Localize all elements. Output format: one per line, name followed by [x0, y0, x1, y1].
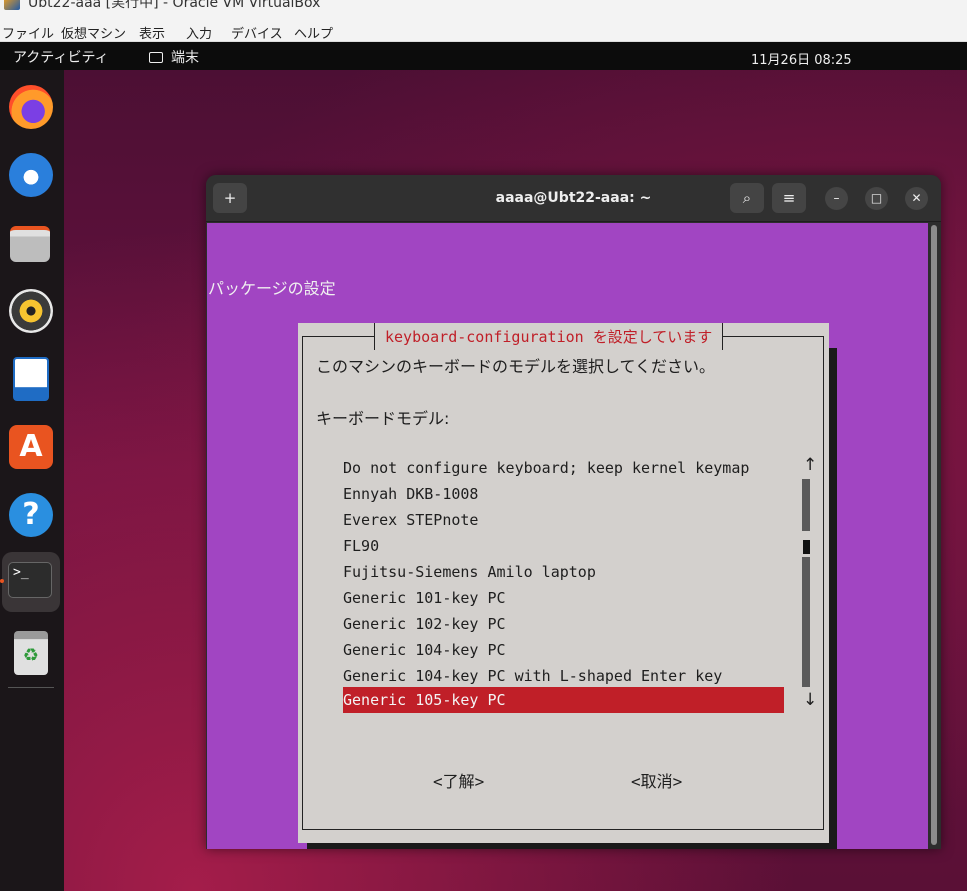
writer-icon	[13, 357, 49, 401]
menu-view[interactable]: 表示	[139, 23, 165, 42]
gnome-top-bar: アクティビティ 端末 11月26日 08:25	[0, 42, 967, 70]
list-item[interactable]: Generic 101-key PC	[343, 585, 784, 611]
dock-thunderbird[interactable]	[4, 148, 56, 200]
list-item[interactable]: FL90	[343, 533, 784, 559]
list-item[interactable]: Fujitsu-Siemens Amilo laptop	[343, 559, 784, 585]
dock-trash[interactable]: ♻	[4, 626, 56, 678]
terminal-small-icon	[149, 52, 163, 63]
terminal-headerbar: + aaaa@Ubt22-aaa: ~ ⌕ ≡ – □ ✕	[206, 175, 941, 222]
app-center-icon: A	[9, 425, 53, 469]
whiptail-dialog: keyboard-configuration を設定しています このマシンのキー…	[298, 323, 829, 843]
help-icon: ?	[9, 493, 53, 537]
dock-help[interactable]: ?	[4, 488, 56, 540]
menu-machine[interactable]: 仮想マシン	[61, 23, 126, 42]
dock-firefox[interactable]	[4, 80, 56, 132]
dock-separator	[8, 687, 54, 688]
terminal-content[interactable]: パッケージの設定 keyboard-configuration を設定しています…	[207, 223, 928, 849]
menu-devices[interactable]: デバイス	[231, 23, 283, 42]
activities-button[interactable]: アクティビティ	[13, 47, 109, 67]
dialog-prompt: このマシンのキーボードのモデルを選択してください。	[316, 357, 716, 376]
list-item[interactable]: Do not configure keyboard; keep kernel k…	[343, 455, 784, 481]
terminal-icon: >_	[8, 562, 52, 598]
running-indicator	[0, 579, 4, 583]
virtualbox-icon	[4, 0, 20, 10]
menu-help[interactable]: ヘルプ	[294, 23, 333, 42]
dock-files[interactable]	[4, 216, 56, 268]
whiptail-backtitle: パッケージの設定	[208, 279, 336, 298]
terminal-window: + aaaa@Ubt22-aaa: ~ ⌕ ≡ – □ ✕ パッケージの設定 k…	[206, 175, 941, 849]
list-item[interactable]: Ennyah DKB-1008	[343, 481, 784, 507]
app-menu-label: 端末	[171, 50, 199, 66]
scroll-up-arrow-icon[interactable]: ↑	[803, 455, 817, 475]
list-item[interactable]: Generic 102-key PC	[343, 611, 784, 637]
app-menu-terminal[interactable]: 端末	[149, 47, 199, 67]
list-item[interactable]: Generic 104-key PC with L-shaped Enter k…	[343, 663, 784, 689]
dock-app-center[interactable]: A	[4, 420, 56, 472]
menu-button[interactable]: ≡	[772, 183, 806, 213]
terminal-scroll-thumb[interactable]	[931, 225, 937, 845]
minimize-button[interactable]: –	[825, 187, 848, 210]
vbox-titlebar: Ubt22-aaa [実行中] - Oracle VM VirtualBox	[0, 0, 967, 20]
list-item[interactable]: Everex STEPnote	[343, 507, 784, 533]
cancel-button[interactable]: <取消>	[631, 768, 682, 792]
vbox-window-title: Ubt22-aaa [実行中] - Oracle VM VirtualBox	[28, 0, 321, 11]
list-item-selected[interactable]: Generic 105-key PC	[343, 687, 784, 713]
search-icon: ⌕	[742, 189, 752, 207]
search-button[interactable]: ⌕	[730, 183, 764, 213]
firefox-icon	[9, 85, 53, 129]
dialog-title: keyboard-configuration を設定しています	[374, 323, 724, 350]
dock-writer[interactable]	[4, 352, 56, 404]
files-icon	[10, 226, 50, 262]
trash-icon: ♻	[14, 631, 48, 675]
menu-input[interactable]: 入力	[186, 23, 212, 42]
dock-terminal[interactable]: >_	[2, 552, 60, 612]
rhythmbox-icon	[9, 289, 53, 333]
ok-button[interactable]: <了解>	[433, 768, 484, 792]
list-scroll-thumb[interactable]	[803, 540, 810, 554]
clock[interactable]: 11月26日 08:25	[751, 49, 852, 68]
dialog-list-label: キーボードモデル:	[316, 409, 450, 428]
dock-rhythmbox[interactable]	[4, 284, 56, 336]
hamburger-icon: ≡	[782, 189, 796, 207]
close-button[interactable]: ✕	[905, 187, 928, 210]
close-icon: ✕	[911, 191, 922, 205]
thunderbird-icon	[9, 153, 53, 197]
vbox-menubar: ファイル 仮想マシン 表示 入力 デバイス ヘルプ	[0, 20, 967, 42]
menu-file[interactable]: ファイル	[2, 23, 54, 42]
maximize-button[interactable]: □	[865, 187, 888, 210]
terminal-scrollbar[interactable]	[928, 223, 941, 849]
list-scroll-track-upper[interactable]	[802, 479, 810, 531]
list-item[interactable]: Generic 104-key PC	[343, 637, 784, 663]
maximize-icon: □	[870, 191, 883, 205]
scroll-down-arrow-icon[interactable]: ↓	[803, 690, 817, 710]
minimize-icon: –	[833, 191, 840, 205]
list-scroll-track-lower[interactable]	[802, 557, 810, 687]
dock: A ? >_ ♻	[0, 70, 64, 891]
